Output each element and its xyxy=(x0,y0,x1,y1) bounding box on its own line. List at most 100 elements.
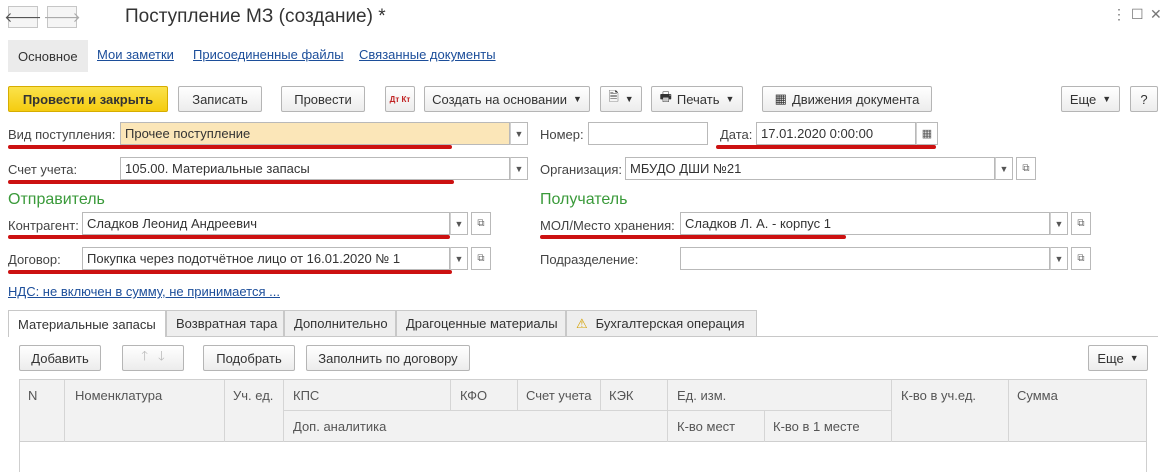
tab-my-notes[interactable]: Мои заметки xyxy=(97,47,174,62)
print-button[interactable]: 🖶 Печать ▼ xyxy=(651,86,743,112)
mol-dropdown[interactable]: ▼ xyxy=(1050,212,1068,235)
more-button[interactable]: Еще ▼ xyxy=(1061,86,1120,112)
mol-open-button[interactable]: ⧉ xyxy=(1071,212,1091,235)
col-divider xyxy=(450,380,451,410)
menu-icon[interactable]: ⋮ xyxy=(1112,6,1126,23)
col-divider xyxy=(283,380,284,442)
tab-additional[interactable]: Дополнительно xyxy=(284,310,396,336)
col-divider xyxy=(1008,380,1009,442)
maximize-icon[interactable]: ☐ xyxy=(1131,6,1144,23)
chevron-down-icon: ▼ xyxy=(1054,253,1064,264)
col-header-per-place[interactable]: К-во в 1 месте xyxy=(773,419,860,434)
post-and-close-button[interactable]: Провести и закрыть xyxy=(8,86,168,112)
col-divider xyxy=(600,380,601,410)
organization-field[interactable]: МБУДО ДШИ №21 xyxy=(625,157,995,180)
create-based-on-button[interactable]: Создать на основании ▼ xyxy=(424,86,590,112)
col-header-kps[interactable]: КПС xyxy=(293,388,319,403)
movements-label: Движения документа xyxy=(791,91,920,107)
number-field[interactable] xyxy=(588,122,708,145)
col-header-kek[interactable]: КЭК xyxy=(609,388,634,403)
tab-related-docs[interactable]: Связанные документы xyxy=(359,47,496,62)
col-header-measure[interactable]: Ед. изм. xyxy=(677,388,726,403)
receipt-type-field[interactable]: Прочее поступление xyxy=(120,122,510,145)
post-button[interactable]: Провести xyxy=(281,86,365,112)
receiver-header: Получатель xyxy=(540,191,628,208)
tab-returnable-containers[interactable]: Возвратная тара xyxy=(166,310,284,336)
attachments-button[interactable]: 🗎 ▼ xyxy=(600,86,642,112)
contract-label: Договор: xyxy=(8,252,61,267)
col-divider xyxy=(517,380,518,410)
forward-button[interactable]: 🡒 xyxy=(43,6,81,28)
col-divider xyxy=(64,380,65,442)
vat-link[interactable]: НДС: не включен в сумму, не принимается … xyxy=(8,284,280,299)
number-label: Номер: xyxy=(540,127,584,142)
chevron-down-icon: ▼ xyxy=(624,94,634,104)
help-button[interactable]: ? xyxy=(1130,86,1158,112)
open-icon: ⧉ xyxy=(1022,163,1030,174)
account-dropdown[interactable]: ▼ xyxy=(510,157,528,180)
annotation-underline xyxy=(8,145,452,149)
save-button[interactable]: Записать xyxy=(178,86,262,112)
col-header-unit[interactable]: Уч. ед. xyxy=(233,388,273,403)
division-field[interactable] xyxy=(680,247,1050,270)
col-header-qty-unit[interactable]: К-во в уч.ед. xyxy=(901,388,976,403)
counterparty-open-button[interactable]: ⧉ xyxy=(471,212,491,235)
counterparty-dropdown[interactable]: ▼ xyxy=(450,212,468,235)
table-more-button[interactable]: Еще ▼ xyxy=(1088,345,1148,371)
chevron-down-icon: ▼ xyxy=(999,163,1009,174)
division-open-button[interactable]: ⧉ xyxy=(1071,247,1091,270)
pick-button[interactable]: Подобрать xyxy=(203,345,295,371)
counterparty-field[interactable]: Сладков Леонид Андреевич xyxy=(82,212,450,235)
arrow-up-icon: 🡑 xyxy=(141,348,148,363)
date-label: Дата: xyxy=(720,127,753,142)
col-divider xyxy=(224,380,225,442)
chevron-down-icon: ▼ xyxy=(514,163,524,174)
movements-icon: ▦ xyxy=(774,91,787,106)
col-header-sum[interactable]: Сумма xyxy=(1017,388,1058,403)
date-field[interactable]: 17.01.2020 0:00:00 xyxy=(756,122,916,145)
receipt-type-label: Вид поступления: xyxy=(8,127,116,142)
col-header-n[interactable]: N xyxy=(28,388,37,403)
create-based-on-label: Создать на основании xyxy=(432,91,567,107)
receipt-type-dropdown[interactable]: ▼ xyxy=(510,122,528,145)
col-divider xyxy=(891,380,892,442)
col-header-extra-analytics[interactable]: Доп. аналитика xyxy=(293,419,386,434)
move-buttons[interactable]: 🡑 🡓 xyxy=(122,345,184,371)
organization-open-button[interactable]: ⧉ xyxy=(1016,157,1036,180)
col-header-places[interactable]: К-во мест xyxy=(677,419,735,434)
col-header-account[interactable]: Счет учета xyxy=(526,388,592,403)
col-header-kfo[interactable]: КФО xyxy=(460,388,487,403)
organization-dropdown[interactable]: ▼ xyxy=(995,157,1013,180)
tab-attached-files[interactable]: Присоединенные файлы xyxy=(193,47,344,62)
annotation-underline xyxy=(8,235,450,239)
fill-by-contract-button[interactable]: Заполнить по договору xyxy=(306,345,470,371)
contract-open-button[interactable]: ⧉ xyxy=(471,247,491,270)
chevron-down-icon: ▼ xyxy=(454,253,464,264)
account-field[interactable]: 105.00. Материальные запасы xyxy=(120,157,510,180)
mol-field[interactable]: Сладков Л. А. - корпус 1 xyxy=(680,212,1050,235)
open-icon: ⧉ xyxy=(1077,253,1085,264)
table-body[interactable] xyxy=(19,442,1147,472)
dtkt-report-button[interactable]: Дт Кт xyxy=(385,86,415,112)
add-button[interactable]: Добавить xyxy=(19,345,101,371)
document-movements-button[interactable]: ▦ Движения документа xyxy=(762,86,932,112)
contract-dropdown[interactable]: ▼ xyxy=(450,247,468,270)
annotation-underline xyxy=(716,145,936,149)
open-icon: ⧉ xyxy=(1077,218,1085,229)
arrow-down-icon: 🡓 xyxy=(158,348,165,363)
tab-main[interactable]: Основное xyxy=(8,40,88,72)
col-divider xyxy=(667,380,668,442)
tab-accounting-operation[interactable]: ⚠ Бухгалтерская операция xyxy=(566,310,757,336)
contract-field[interactable]: Покупка через подотчётное лицо от 16.01.… xyxy=(82,247,450,270)
tab-precious-materials[interactable]: Драгоценные материалы xyxy=(396,310,566,336)
back-button[interactable]: 🡐 xyxy=(4,6,42,28)
chevron-down-icon: ▼ xyxy=(725,94,735,104)
chevron-down-icon: ▼ xyxy=(514,128,524,139)
calendar-button[interactable]: ▦ xyxy=(916,122,938,145)
warning-icon: ⚠ xyxy=(576,315,588,331)
tab-materials[interactable]: Материальные запасы xyxy=(8,310,166,337)
close-icon[interactable]: ✕ xyxy=(1150,6,1162,23)
division-dropdown[interactable]: ▼ xyxy=(1050,247,1068,270)
col-header-item[interactable]: Номенклатура xyxy=(75,388,162,403)
calendar-icon: ▦ xyxy=(921,128,933,140)
